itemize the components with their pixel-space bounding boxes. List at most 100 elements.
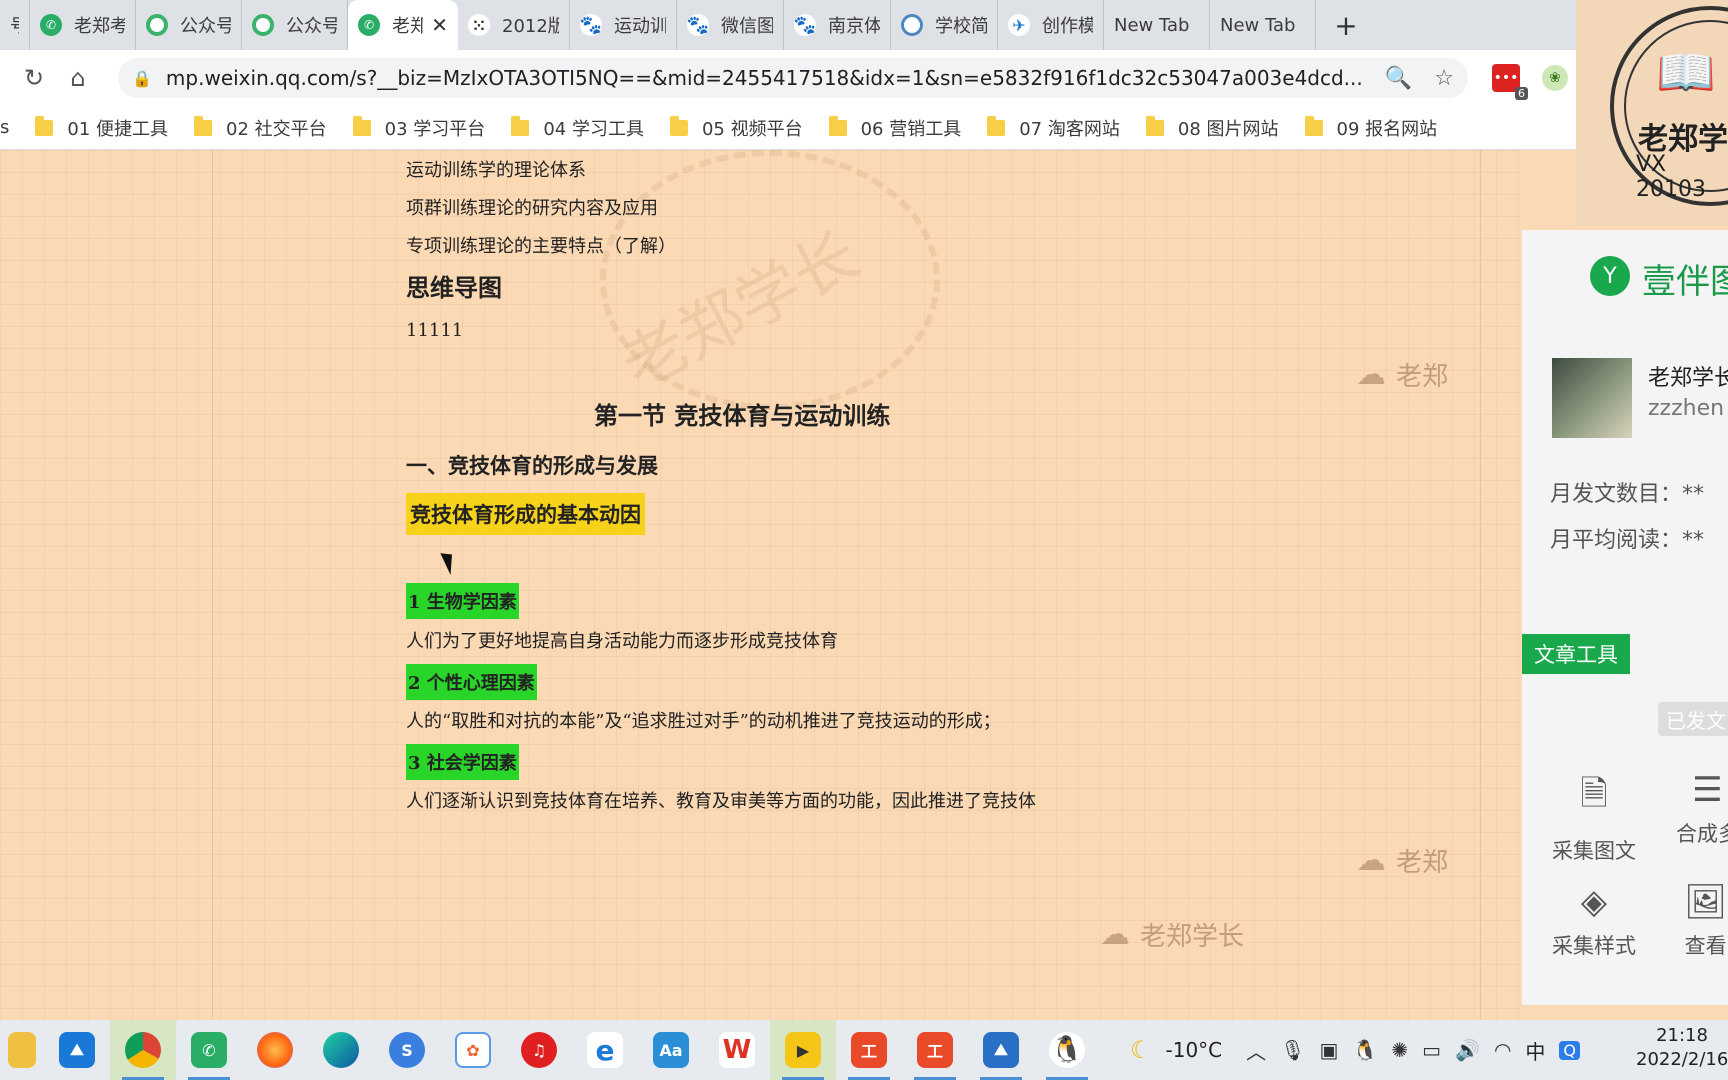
tab-label: 南京体 bbox=[828, 16, 880, 37]
q-app-icon[interactable]: Q bbox=[1559, 1040, 1580, 1060]
clock-date: 2022/2/16 bbox=[1636, 1049, 1728, 1070]
tab-label: 老郑 bbox=[392, 16, 424, 37]
app-blue-icon[interactable]: ⛰ bbox=[44, 1020, 110, 1080]
chrome-icon[interactable] bbox=[110, 1020, 176, 1080]
screen-icon[interactable]: ▣ bbox=[1320, 1038, 1339, 1062]
firefox-icon[interactable] bbox=[242, 1020, 308, 1080]
pinwheel-icon[interactable]: ✿ bbox=[440, 1020, 506, 1080]
bookmark-folder[interactable]: 07 淘客网站 bbox=[987, 115, 1120, 141]
color-icon[interactable]: ✺ bbox=[1391, 1038, 1408, 1062]
chrome-glyph bbox=[125, 1032, 161, 1068]
new-tab-button[interactable]: + bbox=[1316, 0, 1376, 50]
tab-wechat-1[interactable]: ✆ 老郑考 bbox=[30, 0, 136, 50]
stat-label: 月平均阅读： bbox=[1550, 528, 1683, 553]
bookmark-label: 03 学习平台 bbox=[384, 118, 486, 140]
tab-school[interactable]: 学校简 bbox=[891, 0, 998, 50]
tab-active[interactable]: ✆ 老郑 ✕ bbox=[348, 0, 458, 50]
weather-temp[interactable]: -10°C bbox=[1166, 1038, 1223, 1062]
ie-icon[interactable]: e bbox=[572, 1020, 638, 1080]
qq-tray-icon[interactable]: 🐧 bbox=[1352, 1038, 1377, 1062]
bookmark-folder[interactable]: 01 便捷工具 bbox=[35, 115, 168, 141]
system-clock[interactable]: 21:18 2022/2/16 bbox=[1636, 1024, 1728, 1072]
file-explorer-icon[interactable] bbox=[0, 1020, 44, 1080]
bookmark-item[interactable]: s bbox=[0, 117, 9, 138]
wifi-icon[interactable]: ◠ bbox=[1494, 1038, 1511, 1062]
extension-icon[interactable]: ••• 6 bbox=[1492, 64, 1528, 100]
sogou-icon[interactable]: S bbox=[374, 1020, 440, 1080]
penguin-glyph: 🐧 bbox=[1049, 1032, 1085, 1068]
bookmark-folder[interactable]: 08 图片网站 bbox=[1145, 115, 1279, 141]
tool-label: 采集图文 bbox=[1552, 839, 1636, 863]
article-tools-button[interactable]: 文章工具 bbox=[1522, 634, 1630, 674]
stat-monthly-posts: 月发文数目：** bbox=[1550, 476, 1704, 508]
bookmark-folder[interactable]: 09 报名网站 bbox=[1304, 115, 1437, 141]
tab-gzh-1[interactable]: 公众号 bbox=[136, 0, 242, 50]
reload-icon[interactable]: ↻ bbox=[14, 58, 54, 98]
work-app-icon[interactable]: 工 bbox=[836, 1020, 902, 1080]
folder-icon bbox=[669, 115, 688, 136]
avatar[interactable] bbox=[1552, 358, 1632, 438]
qq-icon[interactable]: 🐧 bbox=[1034, 1020, 1100, 1080]
folder-icon bbox=[987, 115, 1006, 136]
yiban-logo-icon: Y bbox=[1590, 256, 1630, 296]
extension-badge: 6 bbox=[1515, 87, 1528, 100]
microphone-icon[interactable]: 🎙 bbox=[1280, 1038, 1305, 1062]
section-title: 第一节 竞技体育与运动训练 bbox=[594, 401, 891, 430]
tab-label: 公众号 bbox=[286, 16, 337, 37]
address-bar[interactable]: 🔒 mp.weixin.qq.com/s?__biz=MzIxOTA3OTI5N… bbox=[118, 58, 1468, 98]
wps-icon[interactable]: W bbox=[704, 1020, 770, 1080]
bookmark-folder[interactable]: 05 视频平台 bbox=[669, 115, 803, 141]
bookmark-folder[interactable]: 03 学习平台 bbox=[352, 115, 486, 141]
tab-gzh-2[interactable]: 公众号 bbox=[242, 0, 348, 50]
media-player-icon[interactable]: ▶ bbox=[770, 1020, 836, 1080]
merge-button[interactable]: ☰ 合成多 bbox=[1676, 770, 1728, 848]
tab-newtab-2[interactable]: New Tab bbox=[1210, 0, 1316, 50]
wechat-icon: ✆ bbox=[358, 14, 380, 36]
tab-baidu-2[interactable]: 🐾 微信图 bbox=[677, 0, 784, 50]
close-icon[interactable]: ✕ bbox=[431, 13, 448, 37]
outline-item: 专项训练理论的主要特点（了解） bbox=[406, 236, 676, 257]
ime-indicator[interactable]: 中 bbox=[1525, 1036, 1545, 1065]
tab-partial[interactable]: 号 bbox=[0, 0, 30, 50]
edge-icon[interactable] bbox=[308, 1020, 374, 1080]
bookmark-folder[interactable]: 06 营销工具 bbox=[828, 115, 961, 141]
watermark-label: 老郑 bbox=[1396, 848, 1449, 878]
sent-badge[interactable]: 已发文 bbox=[1658, 702, 1728, 736]
tab-label: New Tab bbox=[1220, 14, 1296, 36]
tab-label: 微信图 bbox=[721, 16, 773, 37]
netease-music-icon[interactable]: ♫ bbox=[506, 1020, 572, 1080]
url-text[interactable]: mp.weixin.qq.com/s?__biz=MzIxOTA3OTI5NQ=… bbox=[166, 66, 1363, 90]
photos-icon[interactable]: ⛰ bbox=[968, 1020, 1034, 1080]
battery-icon[interactable]: ▭ bbox=[1422, 1038, 1441, 1062]
bird-icon: ✈ bbox=[1008, 14, 1030, 36]
tab-label: 公众号 bbox=[180, 16, 231, 37]
chevron-up-icon[interactable]: ︿ bbox=[1246, 1036, 1266, 1065]
gzh-icon bbox=[252, 14, 274, 36]
wechat-icon[interactable]: ✆ bbox=[176, 1020, 242, 1080]
work-app-2-icon[interactable]: 工 bbox=[902, 1020, 968, 1080]
work-glyph: 工 bbox=[917, 1032, 953, 1068]
collect-article-button[interactable]: 🗎 采集图文 bbox=[1552, 770, 1636, 865]
tab-label: New Tab bbox=[1114, 14, 1190, 36]
bookmark-folder[interactable]: 02 社交平台 bbox=[194, 115, 327, 141]
tab-baidu-1[interactable]: 🐾 运动训 bbox=[570, 0, 677, 50]
landscape-glyph: ⛰ bbox=[983, 1032, 1019, 1068]
bookmark-folder[interactable]: 04 学习工具 bbox=[511, 115, 644, 141]
tab-newtab-1[interactable]: New Tab bbox=[1104, 0, 1210, 50]
star-icon[interactable]: ☆ bbox=[1434, 66, 1454, 91]
home-icon[interactable]: ⌂ bbox=[58, 58, 98, 98]
watermark-label: 老郑 bbox=[1396, 362, 1449, 392]
dictionary-icon[interactable]: Aa bbox=[638, 1020, 704, 1080]
mindmap-heading: 思维导图 bbox=[406, 273, 502, 302]
zoom-icon[interactable]: 🔍 bbox=[1385, 66, 1412, 91]
view-button[interactable]: 🖼 查看 bbox=[1684, 882, 1727, 960]
extension-leaf-icon[interactable]: ❀ bbox=[1542, 65, 1568, 91]
tab-create[interactable]: ✈ 创作模 bbox=[998, 0, 1104, 50]
tab-baidu-3[interactable]: 🐾 南京体 bbox=[784, 0, 891, 50]
volume-icon[interactable]: 🔊 bbox=[1455, 1038, 1480, 1062]
collect-style-button[interactable]: ◈ 采集样式 bbox=[1552, 882, 1636, 960]
tab-2012[interactable]: ⁙ 2012版 bbox=[458, 0, 570, 50]
tab-label: 创作模 bbox=[1042, 16, 1093, 37]
bookmark-label: 05 视频平台 bbox=[701, 118, 803, 140]
stat-monthly-reads: 月平均阅读：** bbox=[1550, 522, 1704, 554]
